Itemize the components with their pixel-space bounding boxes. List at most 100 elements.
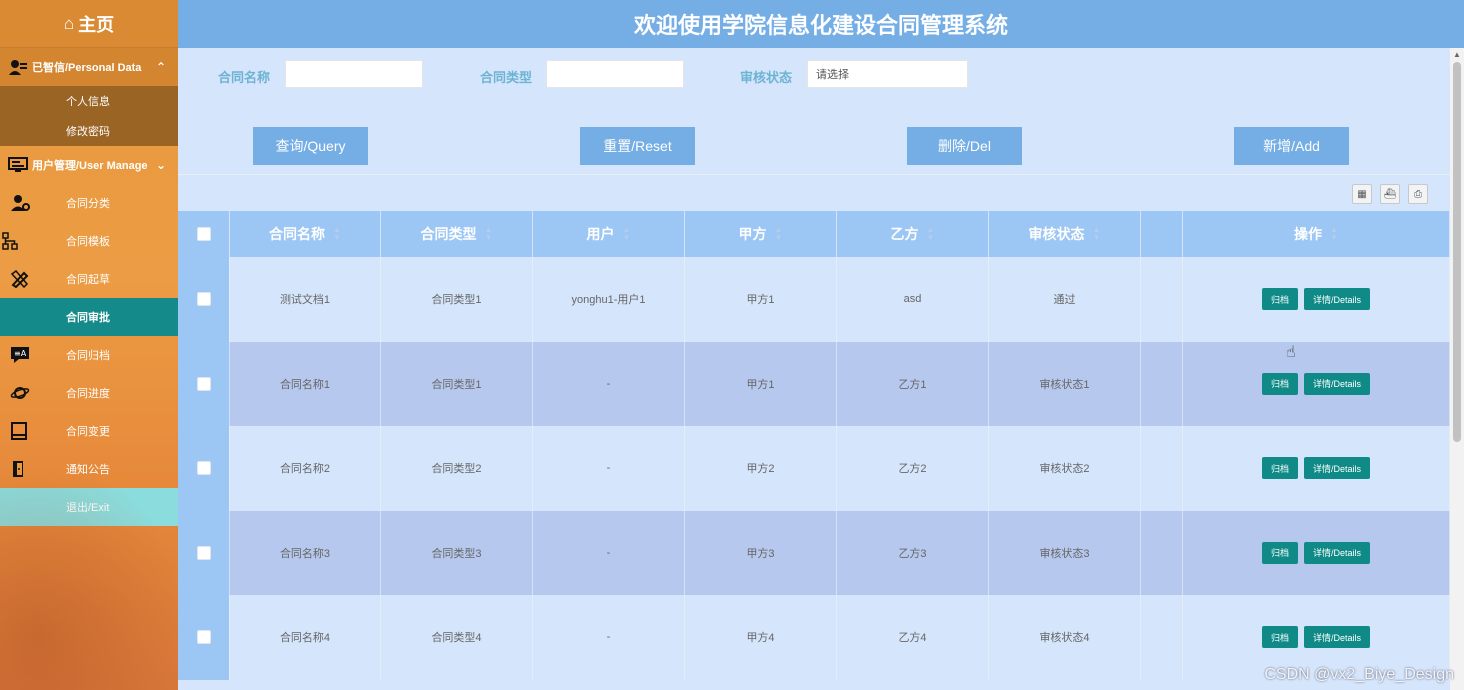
row-checkbox[interactable] — [196, 461, 211, 476]
personal-data-group[interactable]: 已智信/Personal Data ⌃ — [0, 48, 178, 86]
sort-icon: ▲ ▼ — [1330, 225, 1338, 242]
review-status-select[interactable]: 请选择 — [807, 60, 968, 88]
table-body: 测试文档1 合同类型1 yonghu1-用户1 甲方1 asd 通过 归档 详情/Detail… — [178, 257, 1450, 680]
archive-button[interactable]: 归档 — [1262, 541, 1298, 564]
home-icon: ⌂ — [63, 13, 75, 33]
sidebar-item-label: 合同进度 — [66, 388, 110, 400]
sidebar-item-contract-template[interactable]: 合同模板 — [0, 222, 178, 260]
sidebar-item-label: 合同分类 — [66, 198, 110, 210]
tree-icon — [2, 232, 22, 250]
filter-bar: 合同名称 合同类型 审核状态 请选择 — [178, 60, 1450, 90]
sidebar-item-contract-change[interactable]: 合同变更 — [0, 412, 178, 450]
row-checkbox[interactable] — [196, 292, 211, 307]
table-cell: 乙方2 — [837, 426, 989, 511]
scrollbar-thumb[interactable] — [1453, 62, 1461, 442]
personal-data-label: 已智信/Personal Data — [32, 62, 142, 74]
table-cell: 合同类型1 — [381, 341, 533, 426]
personal-submenu: 个人信息 修改密码 — [0, 86, 178, 146]
sidebar-item-label: 合同起草 — [66, 274, 110, 286]
header-actions[interactable]: 操作 ▲ ▼ — [1183, 211, 1450, 257]
add-button[interactable]: 新增/Add — [1234, 127, 1349, 165]
table-cell: 合同名称2 — [230, 426, 381, 511]
user-manage-group[interactable]: 用户管理/User Manage ⌄ — [0, 146, 178, 184]
title-bar: 欢迎使用学院信息化建设合同管理系统 — [178, 0, 1464, 48]
select-all-checkbox[interactable] — [196, 227, 211, 241]
table-cell: 甲方1 — [685, 257, 837, 342]
divider — [178, 174, 1450, 175]
sidebar-item-contract-category[interactable]: 合同分类 — [0, 184, 178, 222]
sidebar-item-change-password[interactable]: 修改密码 — [0, 116, 178, 146]
sort-icon: ▲ ▼ — [484, 225, 493, 242]
door-icon — [10, 460, 30, 478]
table-cell: 甲方4 — [685, 595, 837, 680]
sidebar-item-label: 合同审批 — [66, 312, 110, 324]
actions-cell: 归档 详情/Details — [1183, 510, 1450, 595]
header-contract-name[interactable]: 合同名称 ▲ ▼ — [230, 211, 381, 257]
contract-type-input[interactable] — [546, 60, 684, 88]
svg-text:≡A: ≡A — [14, 349, 27, 358]
table-cell: 审核状态2 — [989, 426, 1141, 511]
table-cell: - — [533, 510, 685, 595]
header-user[interactable]: 用户 ▲ ▼ — [533, 211, 685, 257]
table-cell: 甲方3 — [685, 510, 837, 595]
actions-cell: 归档 详情/Details — [1183, 341, 1450, 426]
table-cell: 甲方2 — [685, 426, 837, 511]
book-icon — [10, 422, 30, 440]
columns-icon[interactable]: ▦ — [1352, 184, 1372, 204]
archive-button[interactable]: 归档 — [1262, 626, 1298, 649]
sidebar-item-label: 通知公告 — [66, 464, 110, 476]
sort-icon: ▲ ▼ — [622, 225, 631, 242]
sidebar-item-label: 修改密码 — [66, 126, 110, 138]
sidebar-item-label: 个人信息 — [66, 96, 110, 108]
details-button[interactable]: 详情/Details — [1304, 372, 1370, 395]
row-checkbox[interactable] — [196, 545, 211, 560]
table-toolbar: ▦ ⛴ ⎙ — [1352, 184, 1428, 204]
home-link[interactable]: ⌂ 主页 — [0, 0, 178, 48]
sort-icon: ▲ ▼ — [1092, 225, 1101, 242]
sidebar-item-contract-draft[interactable]: 合同起草 — [0, 260, 178, 298]
contract-name-input[interactable] — [285, 60, 423, 88]
sidebar-item-contract-approval[interactable]: 合同审批 — [0, 298, 178, 336]
header-contract-type[interactable]: 合同类型 ▲ ▼ — [381, 211, 533, 257]
table-cell: yonghu1-用户1 — [533, 257, 685, 342]
sidebar-item-exit[interactable]: 退出/Exit — [0, 488, 178, 526]
details-button[interactable]: 详情/Details — [1304, 541, 1370, 564]
sidebar-item-label: 合同模板 — [66, 236, 110, 248]
details-button[interactable]: 详情/Details — [1304, 626, 1370, 649]
query-button[interactable]: 查询/Query — [253, 127, 368, 165]
mouse-cursor-icon: ☝ — [1286, 344, 1296, 361]
row-select-cell — [178, 595, 230, 680]
header-review-status[interactable]: 审核状态 ▲ ▼ — [989, 211, 1141, 257]
sidebar-item-label: 合同变更 — [66, 426, 110, 438]
header-party-b[interactable]: 乙方 ▲ ▼ — [837, 211, 989, 257]
sidebar: ⌂ 主页 已智信/Personal Data ⌃ 个人信息 修改密码 用户管理/… — [0, 0, 178, 690]
person-card-icon — [8, 58, 28, 76]
archive-button[interactable]: 归档 — [1262, 288, 1298, 311]
sidebar-item-contract-archive[interactable]: ≡A 合同归档 — [0, 336, 178, 374]
sidebar-item-contract-progress[interactable]: 合同进度 — [0, 374, 178, 412]
export-icon[interactable]: ⛴ — [1380, 184, 1400, 204]
home-label: 主页 — [78, 14, 115, 35]
select-all-cell — [178, 211, 230, 257]
header-label: 甲方 — [738, 226, 767, 242]
reset-button[interactable]: 重置/Reset — [580, 127, 695, 165]
table-cell: 审核状态1 — [989, 341, 1141, 426]
row-checkbox[interactable] — [196, 630, 211, 645]
delete-button[interactable]: 删除/Del — [907, 127, 1022, 165]
print-icon[interactable]: ⎙ — [1408, 184, 1428, 204]
table-row: 测试文档1 合同类型1 yonghu1-用户1 甲方1 asd 通过 归档 详情/Detail… — [178, 257, 1450, 342]
archive-button[interactable]: 归档 — [1262, 372, 1298, 395]
details-button[interactable]: 详情/Details — [1304, 288, 1370, 311]
sort-icon: ▲ ▼ — [333, 225, 341, 242]
archive-button[interactable]: 归档 — [1262, 457, 1298, 480]
vertical-scrollbar[interactable]: ▲ — [1450, 48, 1464, 690]
page-title: 欢迎使用学院信息化建设合同管理系统 — [633, 13, 1008, 38]
sidebar-item-notice[interactable]: 通知公告 — [0, 450, 178, 488]
sidebar-item-profile[interactable]: 个人信息 — [0, 86, 178, 116]
scroll-up-icon[interactable]: ▲ — [1453, 50, 1461, 59]
row-checkbox[interactable] — [196, 376, 211, 391]
details-button[interactable]: 详情/Details — [1304, 457, 1370, 480]
table-cell: 通过 — [989, 257, 1141, 342]
table-cell: asd — [837, 257, 989, 342]
header-party-a[interactable]: 甲方 ▲ ▼ — [685, 211, 837, 257]
